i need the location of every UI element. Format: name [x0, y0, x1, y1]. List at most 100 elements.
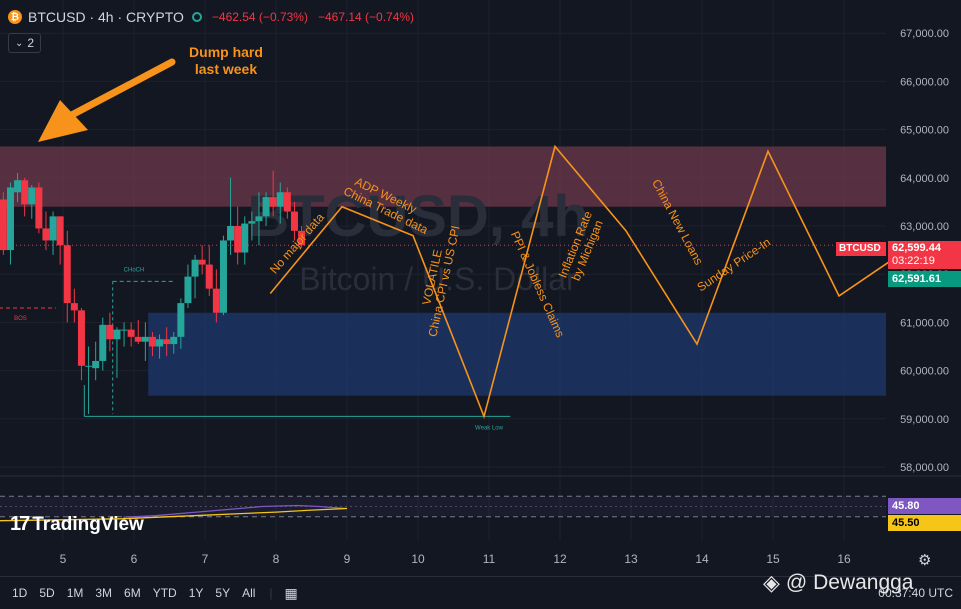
candle-up [28, 187, 36, 205]
chart-area[interactable]: BTCUSD, 4h Bitcoin / U.S. Dollar BOS CHoC… [0, 0, 961, 608]
rsi-value-tag: 45.80 [888, 498, 961, 514]
candle-down [198, 259, 206, 265]
y-tick-label: 58,000.00 [900, 462, 949, 474]
rsi-ma-value-tag: 45.50 [888, 515, 961, 531]
x-tick-label: 8 [273, 552, 280, 566]
author-handle: @ Dewangga [785, 571, 914, 594]
timeframe-list: 1D 5D 1M 3M 6M YTD 1Y 5Y All [0, 586, 255, 600]
calendar-icon[interactable]: ▦ [285, 585, 298, 602]
x-tick-label: 11 [483, 552, 496, 566]
tradingview-logo[interactable]: 17 TradingView [10, 513, 144, 536]
candle-countdown: 03:22:19 [892, 255, 935, 267]
settings-icon[interactable]: ⚙ [918, 551, 931, 569]
interval-label[interactable]: 4h [98, 9, 114, 25]
separator: · [117, 9, 123, 25]
y-tick-label: 59,000.00 [900, 414, 949, 426]
candle-down [127, 329, 135, 337]
candle-down [0, 199, 7, 251]
annotation-dump-hard-line: last week [195, 61, 257, 77]
candle-up [141, 336, 149, 342]
indicators-toggle-button[interactable]: ⌄ 2 [8, 33, 42, 53]
candle-up [248, 221, 256, 224]
candle-down [35, 187, 43, 229]
x-tick-label: 16 [837, 552, 851, 566]
symbol-name[interactable]: BTCUSD [28, 9, 86, 25]
market-open-icon [191, 12, 202, 22]
support-zone [148, 312, 886, 396]
axis-layer: 58,000.0059,000.0060,000.0061,000.0062,0… [0, 28, 961, 566]
annotation-dump-hard-line: Dump hard [189, 44, 263, 60]
timeframe-button-6m[interactable]: 6M [124, 586, 141, 600]
choch-label: CHoCH [124, 267, 145, 273]
candle-up [241, 223, 249, 253]
candle-down [163, 339, 171, 345]
symbol-price-tag: BTCUSD [836, 242, 886, 256]
divider: | [269, 586, 273, 600]
timeframe-button-1y[interactable]: 1Y [189, 586, 204, 600]
candle-up [156, 339, 164, 347]
candle-up [92, 360, 100, 369]
timeframe-button-5d[interactable]: 5D [39, 586, 54, 600]
candle-down [21, 180, 29, 205]
timeframe-button-1d[interactable]: 1D [12, 586, 27, 600]
candle-up [170, 336, 178, 345]
timeframe-button-1m[interactable]: 1M [67, 586, 84, 600]
y-tick-label: 66,000.00 [900, 76, 949, 88]
separator: · [89, 9, 95, 25]
y-tick-label: 63,000.00 [900, 221, 949, 233]
symbol-header[interactable]: ₿ BTCUSD · 4h · CRYPTO −462.54 (−0.73%) … [8, 6, 424, 28]
x-tick-label: 15 [766, 552, 780, 566]
arrow-head [38, 100, 88, 142]
exchange-label: CRYPTO [126, 9, 184, 25]
author-watermark: ◈ @ Dewangga [763, 570, 913, 596]
candle-down [234, 226, 242, 253]
timeframe-button-all[interactable]: All [242, 586, 255, 600]
x-tick-label: 13 [624, 552, 638, 566]
candle-up [219, 240, 227, 313]
candle-down [290, 211, 298, 231]
tradingview-wordmark: TradingView [32, 513, 144, 535]
candle-up [227, 226, 235, 241]
x-tick-label: 14 [695, 552, 709, 566]
candle-up [191, 259, 199, 277]
y-tick-label: 64,000.00 [900, 173, 949, 185]
y-tick-label: 67,000.00 [900, 28, 949, 40]
change-primary: −462.54 (−0.73%) [211, 10, 308, 24]
indicator-count: 2 [27, 36, 35, 50]
candle-down [106, 324, 114, 340]
candle-down [70, 303, 78, 311]
last-price-value: 62,599.44 [892, 242, 941, 254]
candle-up [177, 303, 185, 337]
arrow-shaft [62, 58, 176, 122]
candle-up [6, 187, 14, 251]
x-tick-label: 6 [131, 552, 138, 566]
bitcoin-icon: ₿ [8, 10, 22, 24]
x-tick-label: 9 [344, 552, 351, 566]
candle-down [205, 264, 213, 289]
candle-down [77, 310, 85, 366]
chart-canvas[interactable]: BTCUSD, 4h Bitcoin / U.S. Dollar BOSCHoC… [0, 0, 961, 608]
change-secondary: −467.14 (−0.74%) [317, 10, 415, 24]
timeframe-button-5y[interactable]: 5Y [215, 586, 230, 600]
candle-down [148, 336, 156, 347]
candle-down [56, 216, 64, 246]
timeframe-button-3m[interactable]: 3M [95, 586, 112, 600]
bid-price-tag: 62,591.61 [888, 271, 961, 287]
candle-up [276, 192, 284, 207]
candle-up [49, 216, 57, 241]
candle-up [184, 276, 192, 304]
x-tick-label: 5 [60, 552, 67, 566]
y-tick-label: 61,000.00 [900, 317, 949, 329]
y-tick-label: 60,000.00 [900, 366, 949, 378]
tradingview-icon: 17 [10, 513, 30, 535]
candle-up [14, 180, 22, 193]
y-tick-label: 65,000.00 [900, 125, 949, 137]
candle-up [113, 329, 121, 340]
binance-icon: ◈ [763, 570, 780, 595]
x-tick-label: 12 [553, 552, 567, 566]
chevron-down-icon: ⌄ [15, 37, 24, 49]
candle-down [283, 192, 291, 212]
candle-up [99, 324, 107, 361]
timeframe-button-ytd[interactable]: YTD [153, 586, 177, 600]
candle-up [262, 197, 270, 217]
